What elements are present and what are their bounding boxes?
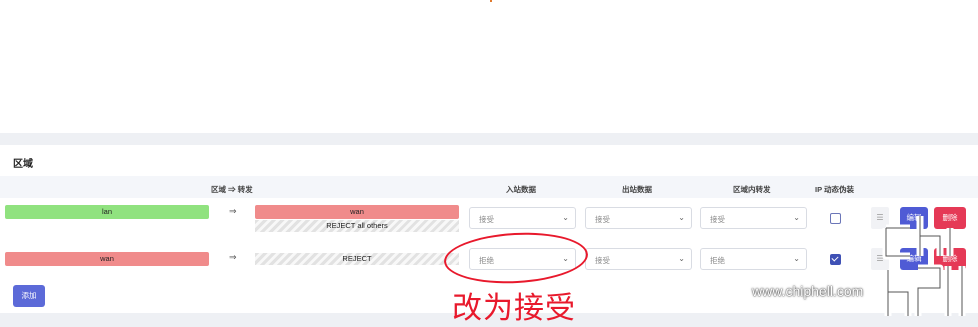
intra-forward-select[interactable]: 接受 ⌄: [700, 207, 807, 229]
dest-policy-note: REJECT all others: [255, 220, 459, 232]
select-value: 接受: [595, 256, 610, 265]
header-input: 入站数据: [506, 185, 536, 194]
select-value: 接受: [595, 215, 610, 224]
select-value: 拒绝: [710, 256, 725, 265]
add-zone-button[interactable]: 添加: [13, 285, 45, 307]
watermark-text: www.chiphell.com: [752, 283, 864, 299]
chevron-down-icon: ⌄: [678, 213, 685, 222]
zone-badge-wan: wan: [5, 252, 209, 266]
header-masq: IP 动态伪装: [815, 185, 855, 194]
chevron-down-icon: ⌄: [562, 213, 569, 222]
intra-forward-select[interactable]: 拒绝 ⌄: [700, 248, 807, 270]
select-value: 接受: [479, 215, 494, 224]
dest-zone-badge: wan: [255, 205, 459, 219]
chevron-down-icon: ⌄: [793, 213, 800, 222]
chevron-down-icon: ⌄: [678, 254, 685, 263]
zone-badge-lan: lan: [5, 205, 209, 219]
top-marker: [490, 0, 492, 2]
annotation-text: 改为接受: [452, 291, 576, 326]
masquerade-checkbox[interactable]: [830, 213, 841, 224]
masquerade-checkbox[interactable]: [830, 254, 841, 265]
forward-arrow: ⇒: [229, 252, 237, 262]
page-separator: [0, 133, 978, 145]
select-value: 接受: [710, 215, 725, 224]
header-forwarding: 区域 ⇒ 转发: [211, 185, 253, 194]
dest-policy-note: REJECT: [255, 253, 459, 265]
header-intra: 区域内转发: [733, 185, 771, 194]
input-policy-select[interactable]: 接受 ⌄: [469, 207, 576, 229]
forward-arrow: ⇒: [229, 206, 237, 216]
output-policy-select[interactable]: 接受 ⌄: [585, 248, 692, 270]
chevron-down-icon: ⌄: [793, 254, 800, 263]
section-title: 区域: [13, 159, 33, 170]
header-output: 出站数据: [622, 185, 652, 194]
chiphell-logo: [882, 216, 966, 316]
output-policy-select[interactable]: 接受 ⌄: [585, 207, 692, 229]
